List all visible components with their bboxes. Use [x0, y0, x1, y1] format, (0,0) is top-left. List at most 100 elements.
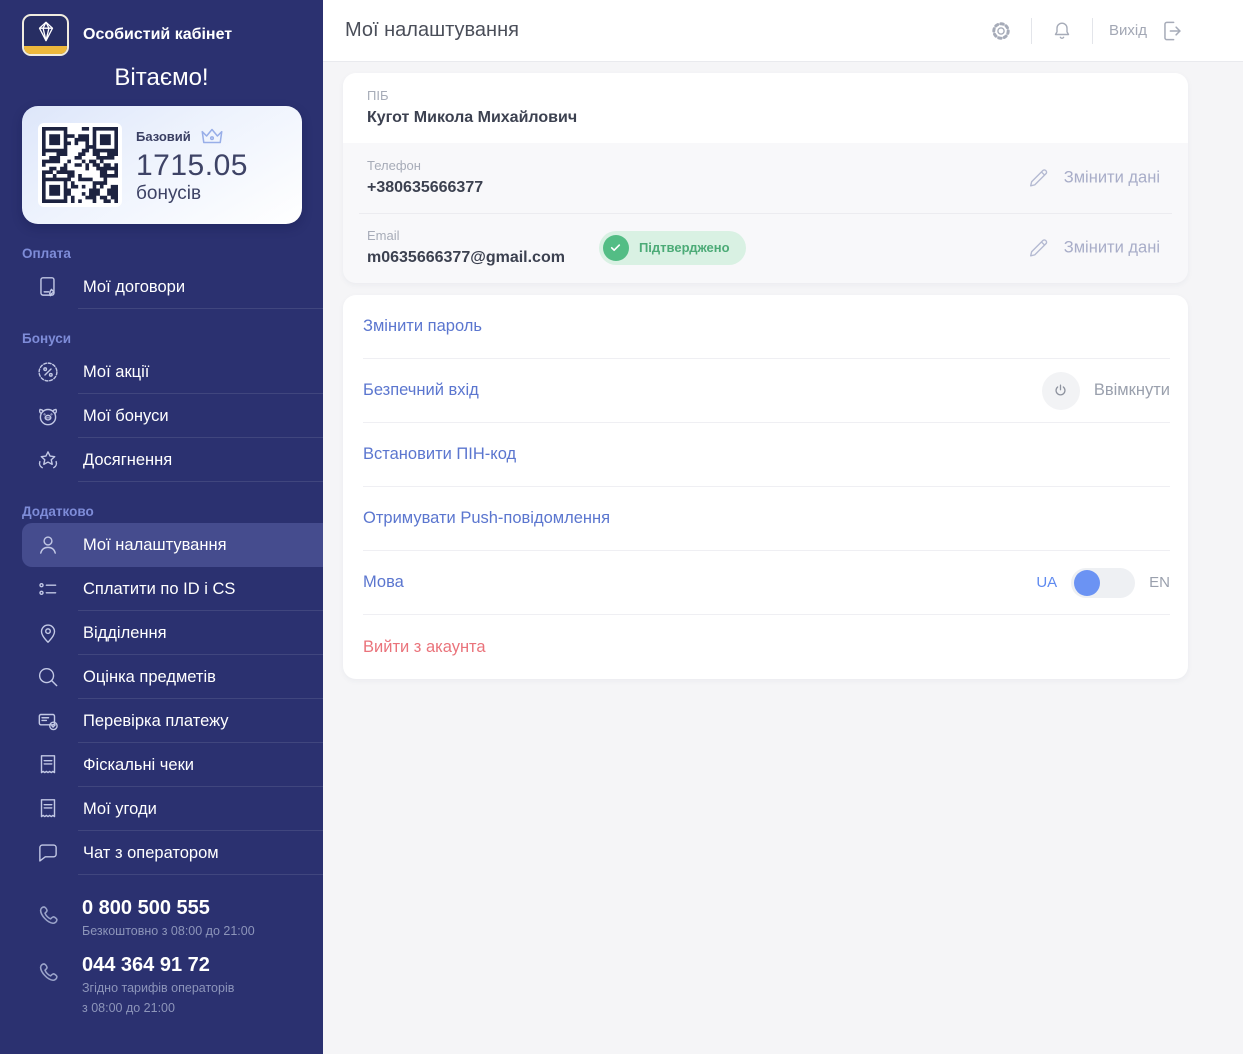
check-icon	[602, 234, 629, 261]
page-title: Мої налаштування	[345, 19, 519, 41]
set-pin-link[interactable]: Встановити ПІН-код	[363, 445, 516, 464]
settings-card: Змінити пароль Безпечний вхід Ввімкнути	[343, 295, 1188, 679]
phone-paid[interactable]: 044 364 91 72 Згідно тарифів операторів …	[0, 954, 323, 1017]
secure-login-link[interactable]: Безпечний вхід	[363, 381, 479, 400]
phone-note: Безкоштовно з 08:00 до 21:00	[82, 924, 255, 938]
badge-label: Підтверджено	[638, 240, 730, 255]
discount-icon	[34, 359, 61, 386]
language-ua-label[interactable]: UA	[1036, 574, 1057, 591]
user-icon	[34, 532, 61, 559]
sidebar-item-label: Мої акції	[83, 362, 150, 381]
sidebar-item-branches[interactable]: Відділення	[0, 611, 323, 655]
logo-gold-strip	[24, 46, 67, 54]
sidebar-item-achievements[interactable]: Досягнення	[0, 438, 323, 482]
bell-icon	[1054, 22, 1070, 39]
sidebar-item-chat[interactable]: Чат з оператором	[0, 831, 323, 875]
personal-cabinet-app: Особистий кабінет Вітаємо! Базовий 1715.…	[0, 0, 1243, 1054]
sidebar-item-payment-check[interactable]: Перевірка платежу	[0, 699, 323, 743]
logout-account-row[interactable]: Вийти з акаунта	[363, 615, 1170, 679]
edit-email-button[interactable]: Змінити дані	[1026, 236, 1160, 261]
edit-phone-button[interactable]: Змінити дані	[1026, 166, 1160, 191]
support-phones: 0 800 500 555 Безкоштовно з 08:00 до 21:…	[0, 897, 323, 1017]
list-icon	[34, 576, 61, 603]
bonus-card: Базовий 1715.05 бонусів	[22, 106, 302, 224]
map-pin-icon	[34, 620, 61, 647]
main-area: Мої налаштування Вихід ПІБ Кугот Микола …	[323, 0, 1243, 1054]
field-value: Кугот Микола Михайлович	[367, 109, 578, 126]
crown-icon	[201, 128, 223, 144]
section-label-additional: Додатково	[22, 504, 94, 519]
section-label-payment: Оплата	[22, 246, 71, 261]
push-notifications-row[interactable]: Отримувати Push-повідомлення	[363, 487, 1170, 551]
brand[interactable]: Особистий кабінет	[0, 0, 323, 56]
phone-note: з 08:00 до 21:00	[82, 1000, 175, 1015]
sidebar-item-label: Мої угоди	[83, 799, 157, 818]
bonus-unit: бонусів	[136, 183, 202, 204]
content: ПІБ Кугот Микола Михайлович Телефон +380…	[323, 62, 1243, 679]
topbar: Мої налаштування Вихід	[323, 0, 1243, 62]
change-password-row[interactable]: Змінити пароль	[363, 295, 1170, 359]
phone-icon	[36, 954, 64, 1017]
change-password-link[interactable]: Змінити пароль	[363, 317, 482, 336]
sidebar-item-label: Чат з оператором	[83, 843, 219, 862]
divider	[1031, 17, 1033, 44]
logout-button[interactable]: Вихід	[1109, 18, 1185, 44]
power-icon	[1055, 384, 1066, 396]
qr-code	[38, 123, 122, 207]
sidebar-item-label: Перевірка платежу	[83, 711, 229, 730]
edit-action-label: Змінити дані	[1063, 238, 1160, 257]
sidebar-item-label: Сплатити по ID і CS	[83, 579, 236, 598]
diamond-icon	[38, 21, 53, 42]
brand-logo	[22, 14, 69, 56]
settings-gear-button[interactable]	[987, 17, 1015, 45]
phone-icon	[36, 897, 64, 940]
sidebar-item-label: Оцінка предметів	[83, 667, 216, 686]
sidebar-item-agreements[interactable]: Мої угоди	[0, 787, 323, 831]
gear-icon	[992, 21, 1010, 40]
sidebar: Особистий кабінет Вітаємо! Базовий 1715.…	[0, 0, 323, 1054]
achievement-star-icon	[34, 447, 61, 474]
language-en-label[interactable]: EN	[1149, 574, 1170, 591]
phone-free[interactable]: 0 800 500 555 Безкоштовно з 08:00 до 21:…	[0, 897, 323, 940]
email-verified-badge: Підтверджено	[598, 230, 746, 265]
sidebar-item-fiscal-receipts[interactable]: Фіскальні чеки	[0, 743, 323, 787]
notifications-button[interactable]	[1048, 17, 1076, 45]
sidebar-item-contracts[interactable]: Мої договори	[0, 265, 323, 309]
field-row-name: ПІБ Кугот Микола Михайлович	[343, 73, 1188, 143]
sidebar-item-settings[interactable]: Мої налаштування	[22, 523, 323, 567]
toggle-knob	[1074, 569, 1101, 596]
set-pin-row[interactable]: Встановити ПІН-код	[363, 423, 1170, 487]
field-value: m0635666377@gmail.com	[367, 249, 565, 266]
language-row: Мова UA EN	[363, 551, 1170, 615]
sidebar-item-pay-by-id[interactable]: Сплатити по ID і CS	[0, 567, 323, 611]
pencil-icon	[1029, 239, 1048, 257]
sidebar-item-label: Мої налаштування	[83, 535, 227, 554]
sidebar-item-label: Мої договори	[83, 277, 186, 296]
topbar-actions: Вихід	[987, 17, 1185, 45]
enable-label: Ввімкнути	[1093, 381, 1170, 399]
sidebar-item-promotions[interactable]: Мої акції	[0, 350, 323, 394]
push-notifications-link[interactable]: Отримувати Push-повідомлення	[363, 509, 610, 528]
divider	[1092, 17, 1094, 44]
app-title: Особистий кабінет	[83, 26, 233, 43]
receipt-icon	[34, 796, 61, 823]
bonus-info: Базовий 1715.05 бонусів	[136, 125, 248, 205]
sidebar-item-valuation[interactable]: Оцінка предметів	[0, 655, 323, 699]
secure-login-row[interactable]: Безпечний вхід Ввімкнути	[363, 359, 1170, 423]
bonus-amount: 1715.05	[136, 149, 248, 182]
logout-account-link[interactable]: Вийти з акаунта	[363, 638, 486, 657]
sidebar-item-label: Відділення	[83, 623, 167, 642]
field-label: ПІБ	[367, 88, 389, 103]
sidebar-item-label: Фіскальні чеки	[83, 755, 195, 774]
receipt-icon	[34, 752, 61, 779]
edit-action-label: Змінити дані	[1063, 168, 1160, 187]
sidebar-item-bonuses[interactable]: Мої бонуси	[0, 394, 323, 438]
enable-secure-login-button[interactable]	[1041, 371, 1080, 410]
greeting-text: Вітаємо!	[114, 64, 209, 91]
piggy-bank-icon	[34, 403, 61, 430]
language-toggle[interactable]	[1071, 567, 1136, 598]
bonus-level-label: Базовий	[136, 128, 191, 144]
sidebar-item-label: Досягнення	[83, 450, 173, 469]
chat-icon	[34, 840, 61, 867]
profile-card: ПІБ Кугот Микола Михайлович Телефон +380…	[343, 73, 1188, 283]
